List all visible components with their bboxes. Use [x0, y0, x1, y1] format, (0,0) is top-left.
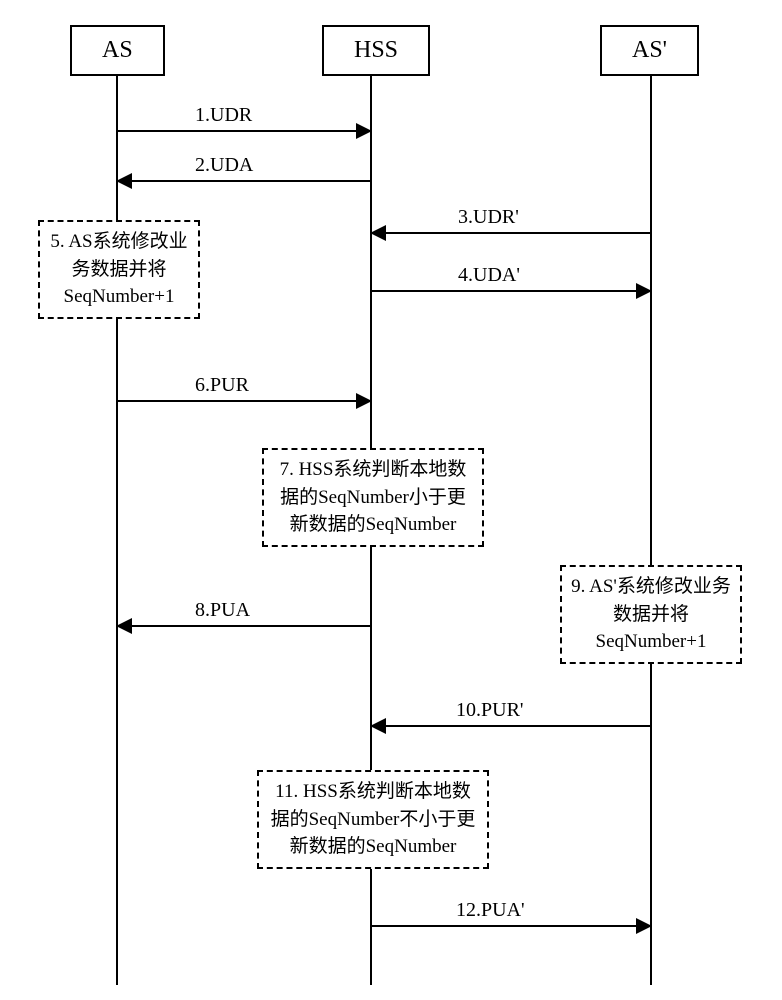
msg-4-label: 4.UDA'	[458, 264, 520, 287]
note-5-text: 5. AS系统修改业务数据并将SeqNumber+1	[50, 231, 187, 307]
note-5: 5. AS系统修改业务数据并将SeqNumber+1	[38, 220, 200, 319]
msg-3-udr	[372, 232, 650, 234]
msg-10-label: 10.PUR'	[456, 699, 524, 722]
msg-1-udr	[118, 130, 370, 132]
note-7: 7. HSS系统判断本地数据的SeqNumber小于更新数据的SeqNumber	[262, 448, 484, 547]
lifeline-as	[116, 75, 118, 985]
note-9-text: 9. AS'系统修改业务数据并将SeqNumber+1	[571, 576, 731, 652]
msg-8-pua	[118, 625, 370, 627]
actor-as-label: AS	[102, 37, 133, 63]
msg-4-uda	[372, 290, 650, 292]
msg-1-label: 1.UDR	[195, 104, 252, 127]
msg-2-uda	[118, 180, 370, 182]
note-9: 9. AS'系统修改业务数据并将SeqNumber+1	[560, 565, 742, 664]
sequence-diagram: AS HSS AS' 1.UDR 2.UDA 3.UDR' 4.UDA' 5. …	[0, 0, 782, 1000]
msg-12-label: 12.PUA'	[456, 899, 525, 922]
note-11: 11. HSS系统判断本地数据的SeqNumber不小于更新数据的SeqNumb…	[257, 770, 489, 869]
actor-hss-label: HSS	[354, 37, 398, 63]
msg-6-pur	[118, 400, 370, 402]
msg-2-label: 2.UDA	[195, 154, 253, 177]
actor-as2-label: AS'	[632, 37, 667, 63]
note-7-text: 7. HSS系统判断本地数据的SeqNumber小于更新数据的SeqNumber	[280, 459, 467, 535]
msg-3-label: 3.UDR'	[458, 206, 519, 229]
lifeline-as2	[650, 75, 652, 985]
note-11-text: 11. HSS系统判断本地数据的SeqNumber不小于更新数据的SeqNumb…	[271, 781, 476, 857]
msg-12-pua	[372, 925, 650, 927]
actor-hss: HSS	[322, 25, 430, 76]
actor-as: AS	[70, 25, 165, 76]
msg-10-pur	[372, 725, 650, 727]
msg-8-label: 8.PUA	[195, 599, 250, 622]
actor-as2: AS'	[600, 25, 699, 76]
msg-6-label: 6.PUR	[195, 374, 249, 397]
